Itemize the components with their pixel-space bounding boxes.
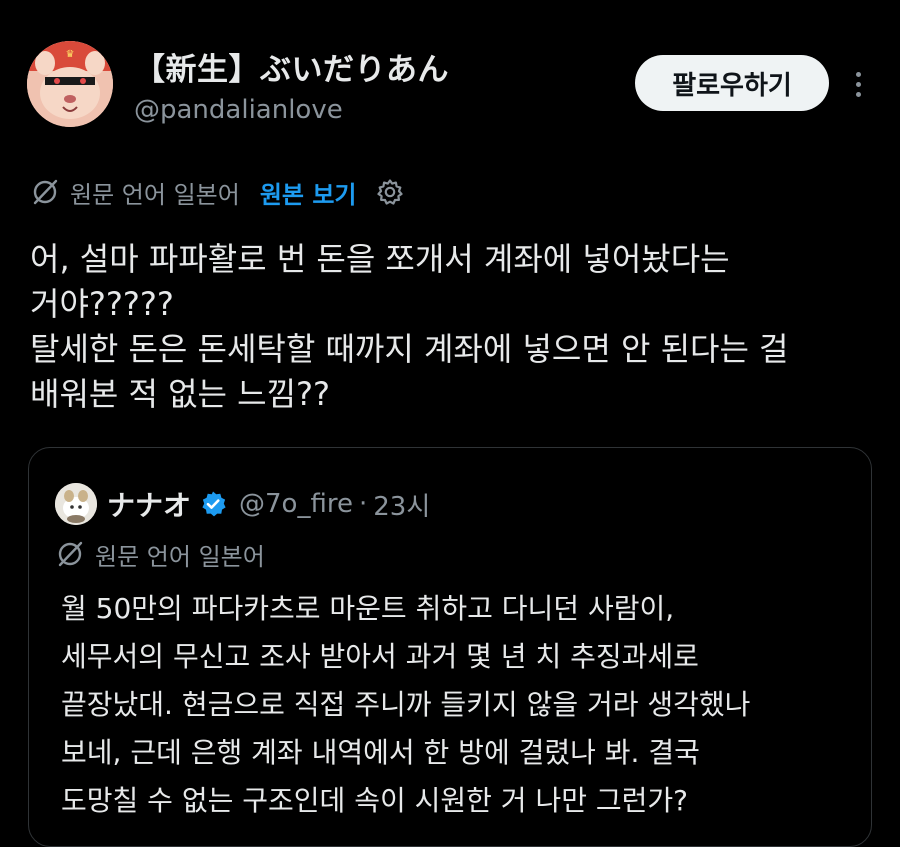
tweet-text-line: 어, 설마 파파활로 번 돈을 쪼개서 계좌에 넣어놨다는 bbox=[30, 240, 730, 278]
show-original-link[interactable]: 원본 보기 bbox=[260, 175, 357, 210]
more-options-button[interactable] bbox=[848, 64, 868, 104]
tweet-header: ♛ 【新生】ぶいだりあん @pandalianlove 팔로우하기 bbox=[0, 0, 900, 150]
quoted-tweet-time[interactable]: 23시 bbox=[373, 486, 430, 523]
quoted-author-avatar[interactable] bbox=[55, 483, 97, 525]
quoted-tweet-line: 끝장났대. 현금으로 직접 주니까 들키지 않을 거라 생각했나 bbox=[61, 688, 751, 721]
quoted-source-language-label: 원문 언어 일본어 bbox=[95, 542, 265, 571]
quoted-tweet-card[interactable]: ナナオ @7o_fire · 23시 원문 언어 일본어 월 50만의 파다카츠… bbox=[28, 447, 872, 847]
source-language-label: 원문 언어 일본어 bbox=[70, 180, 240, 209]
translate-globe-icon bbox=[33, 179, 58, 205]
more-dots-icon bbox=[855, 71, 861, 77]
translation-bar: 원문 언어 일본어 원본 보기 bbox=[30, 172, 405, 212]
tweet-text-line: 거야????? bbox=[30, 285, 174, 323]
more-dot bbox=[855, 81, 861, 87]
author-avatar-image: ♛ bbox=[27, 41, 113, 127]
quoted-author-avatar-image bbox=[55, 483, 97, 525]
quoted-tweet-line: 세무서의 무신고 조사 받아서 과거 몇 년 치 추징과세로 bbox=[61, 640, 699, 673]
quoted-author-handle[interactable]: @7o_fire bbox=[239, 489, 353, 519]
more-dot bbox=[855, 91, 861, 97]
quoted-tweet-header: ナナオ @7o_fire · 23시 bbox=[55, 483, 430, 525]
tweet-text-line: 탈세한 돈은 돈세탁할 때까지 계좌에 넣으면 안 된다는 걸 bbox=[30, 330, 789, 368]
author-handle[interactable]: @pandalianlove bbox=[134, 95, 343, 125]
quoted-translation-bar: 원문 언어 일본어 bbox=[55, 534, 265, 574]
tweet-text-line: 배워본 적 없는 느낌?? bbox=[30, 375, 331, 413]
quoted-tweet-line: 도망칠 수 없는 구조인데 속이 시원한 거 나만 그런가? bbox=[61, 784, 689, 817]
author-avatar[interactable]: ♛ bbox=[27, 41, 113, 127]
follow-button[interactable]: 팔로우하기 bbox=[635, 55, 829, 111]
verified-badge-icon bbox=[202, 491, 226, 517]
quoted-author-name[interactable]: ナナオ bbox=[107, 484, 191, 524]
separator-dot: · bbox=[358, 489, 368, 519]
quoted-tweet-line: 보네, 근데 은행 계좌 내역에서 한 방에 걸렸나 봐. 결국 bbox=[61, 736, 700, 769]
svg-text:♛: ♛ bbox=[66, 49, 75, 60]
translate-globe-icon bbox=[58, 541, 83, 567]
gear-icon[interactable] bbox=[375, 177, 405, 207]
quoted-tweet-line: 월 50만의 파다카츠로 마운트 취하고 다니던 사람이, bbox=[61, 592, 675, 625]
quoted-tweet-text: 월 50만의 파다카츠로 마운트 취하고 다니던 사람이, 세무서의 무신고 조… bbox=[61, 585, 851, 825]
tweet-text: 어, 설마 파파활로 번 돈을 쪼개서 계좌에 넣어놨다는 거야????? 탈세… bbox=[30, 237, 880, 417]
author-display-name[interactable]: 【新生】ぶいだりあん bbox=[134, 44, 449, 89]
